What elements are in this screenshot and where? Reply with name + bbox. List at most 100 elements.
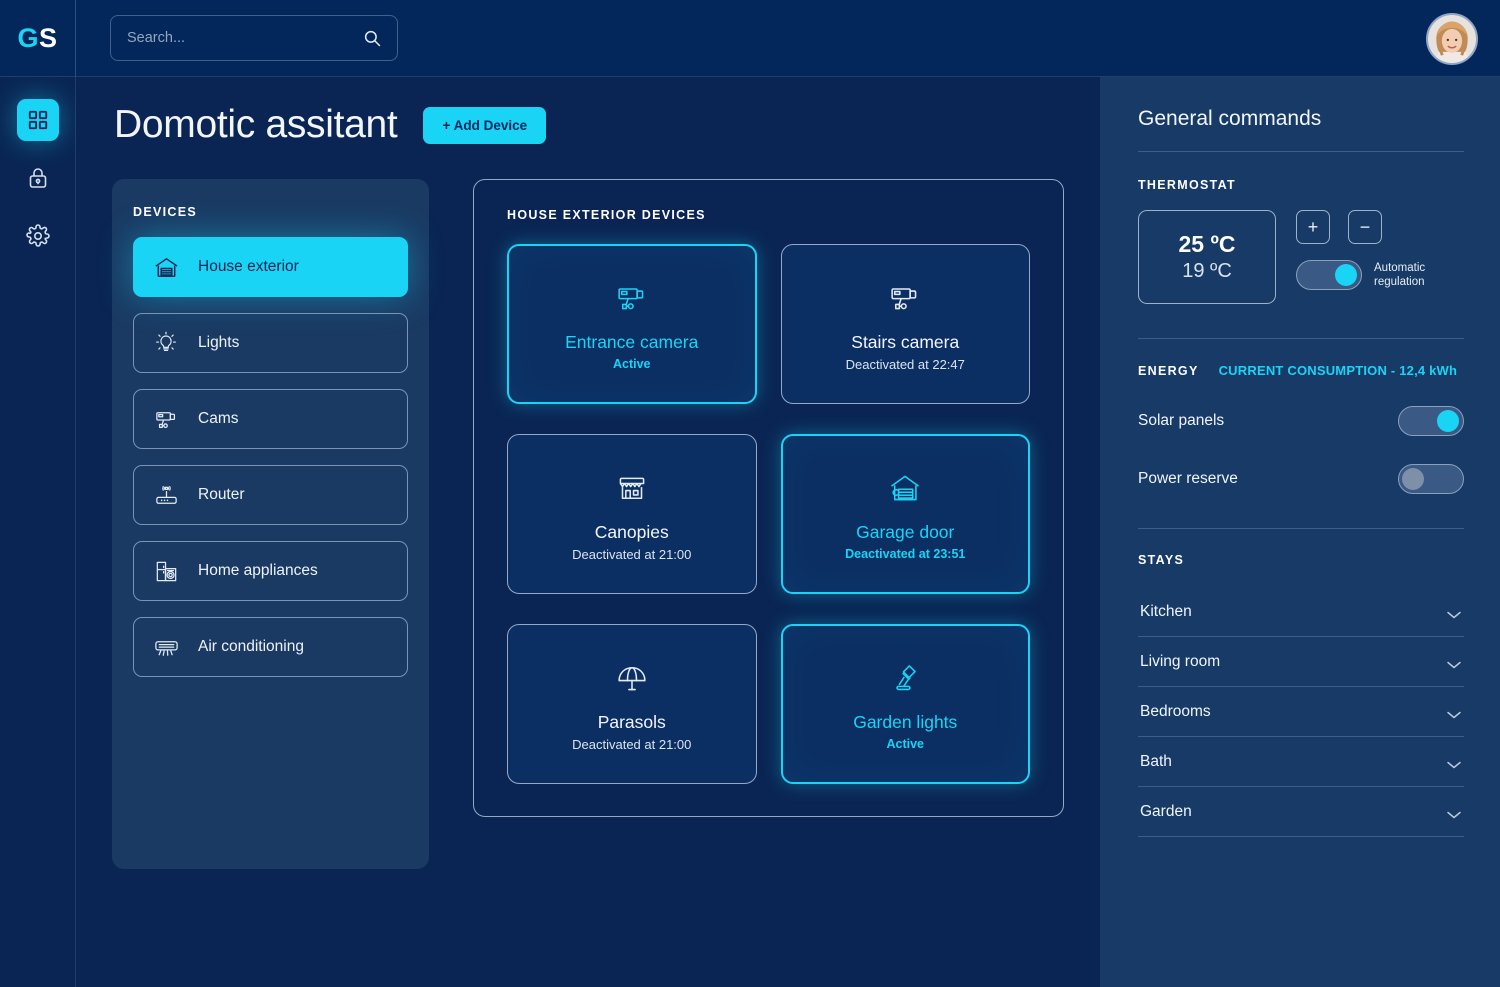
- appliance-icon: [152, 557, 180, 585]
- page-title: Domotic assitant: [114, 103, 398, 146]
- rail-item-dashboard[interactable]: [16, 99, 59, 141]
- device-item-house-exterior[interactable]: House exterior: [133, 237, 408, 297]
- search-bar[interactable]: [110, 15, 398, 61]
- logo-letter-g: G: [17, 22, 39, 53]
- toggle-knob: [1402, 468, 1424, 490]
- garage-icon: [152, 253, 180, 281]
- main-content: Domotic assitant + Add Device DEVICES Ho…: [76, 77, 1100, 987]
- power-reserve-toggle[interactable]: [1398, 464, 1464, 494]
- stay-item-label: Garden: [1140, 803, 1192, 820]
- stay-item-label: Bath: [1140, 753, 1172, 770]
- general-commands-title: General commands: [1138, 107, 1322, 130]
- ac-icon: [152, 633, 180, 661]
- stay-item-label: Kitchen: [1140, 603, 1192, 620]
- chevron-down-icon[interactable]: [1446, 757, 1462, 769]
- panel-divider: [1138, 151, 1464, 152]
- panel-separator-stays: [1138, 528, 1464, 529]
- thermostat-target-temp: 25 ºC: [1178, 231, 1236, 257]
- device-card-canopies[interactable]: Canopies Deactivated at 21:00: [507, 434, 757, 594]
- chevron-down-icon[interactable]: [1446, 607, 1462, 619]
- router-icon: [152, 481, 180, 509]
- device-card-grid: Entrance camera Active Stairs camera Dea…: [507, 244, 1030, 784]
- awning-icon: [614, 467, 650, 509]
- device-item-label: Cams: [198, 410, 239, 427]
- device-item-router[interactable]: Router: [133, 465, 408, 525]
- energy-header: ENERGY CURRENT CONSUMPTION - 12,4 kWh: [1138, 363, 1464, 378]
- thermostat-controls: + − Automatic regulation: [1296, 210, 1425, 290]
- logo-letter-s: S: [39, 22, 58, 53]
- device-card-entrance-camera[interactable]: Entrance camera Active: [507, 244, 757, 404]
- rail-item-settings[interactable]: [17, 215, 59, 257]
- device-item-label: Lights: [198, 334, 240, 351]
- search-input[interactable]: [127, 30, 363, 46]
- stay-item-kitchen[interactable]: Kitchen: [1138, 587, 1464, 637]
- stays-list: Kitchen Living room Bedrooms Bath Garden: [1138, 587, 1464, 837]
- avatar[interactable]: [1426, 13, 1478, 65]
- stay-item-bedrooms[interactable]: Bedrooms: [1138, 687, 1464, 737]
- general-commands-panel: General commands THERMOSTAT 25 ºC 19 ºC …: [1100, 77, 1500, 987]
- app-root: GS Search... Domotic assitant + Add Devi…: [0, 0, 1500, 987]
- temperature-decrease-button[interactable]: −: [1348, 210, 1382, 244]
- garage-icon: [887, 467, 923, 509]
- devices-heading: DEVICES: [133, 205, 197, 219]
- device-item-cams[interactable]: Cams: [133, 389, 408, 449]
- device-card-status: Active: [886, 737, 925, 751]
- device-item-label: House exterior: [198, 258, 299, 275]
- device-item-label: Home appliances: [198, 562, 318, 579]
- device-item-air-conditioning[interactable]: Air conditioning: [133, 617, 408, 677]
- parasol-icon: [614, 657, 650, 699]
- device-card-stairs-camera[interactable]: Stairs camera Deactivated at 22:47: [780, 244, 1030, 404]
- device-card-name: Entrance camera: [565, 332, 699, 352]
- device-card-name: Canopies: [594, 521, 669, 542]
- icon-rail: [0, 77, 76, 987]
- devices-panel: DEVICES House exterior Lights Cams Route…: [112, 179, 429, 869]
- stay-item-living-room[interactable]: Living room: [1138, 637, 1464, 687]
- thermostat-label: THERMOSTAT: [1138, 178, 1236, 192]
- temperature-increase-button[interactable]: +: [1296, 210, 1330, 244]
- body-row: Domotic assitant + Add Device DEVICES Ho…: [0, 77, 1500, 987]
- chevron-down-icon[interactable]: [1446, 657, 1462, 669]
- device-card-garage-door[interactable]: Garage door Deactivated at 23:51: [780, 434, 1030, 594]
- device-card-name: Stairs camera: [851, 331, 960, 352]
- device-item-lights[interactable]: Lights: [133, 313, 408, 373]
- search-icon[interactable]: [363, 29, 381, 47]
- thermostat-row: 25 ºC 19 ºC + − Automatic regulation: [1138, 210, 1464, 304]
- lock-icon: [26, 166, 50, 190]
- energy-row-power-reserve: Power reserve: [1138, 464, 1464, 494]
- camera-icon: [152, 405, 180, 433]
- auto-label-line1: Automatic: [1374, 261, 1426, 274]
- device-card-status: Active: [612, 357, 651, 371]
- energy-row-label: Solar panels: [1138, 412, 1225, 429]
- panels-row: DEVICES House exterior Lights Cams Route…: [112, 179, 1064, 869]
- automatic-regulation-toggle[interactable]: [1296, 260, 1362, 290]
- toggle-knob: [1335, 264, 1357, 286]
- solar-panels-toggle[interactable]: [1398, 406, 1464, 436]
- bulb-icon: [152, 329, 180, 357]
- device-card-name: Garden lights: [853, 712, 958, 732]
- exterior-devices-panel: HOUSE EXTERIOR DEVICES Entrance camera A…: [473, 179, 1064, 817]
- device-card-name: Parasols: [597, 711, 666, 732]
- app-logo[interactable]: GS: [0, 0, 76, 77]
- device-card-garden-lights[interactable]: Garden lights Active: [780, 624, 1030, 784]
- logo-text: GS: [17, 23, 57, 54]
- lamp-icon: [887, 657, 923, 699]
- stay-item-bath[interactable]: Bath: [1138, 737, 1464, 787]
- chevron-down-icon[interactable]: [1446, 807, 1462, 819]
- avatar-image: [1428, 15, 1476, 63]
- energy-label: ENERGY: [1138, 364, 1199, 378]
- stay-item-label: Living room: [1140, 653, 1221, 670]
- energy-consumption-value: CURRENT CONSUMPTION - 12,4 kWh: [1218, 363, 1458, 378]
- gear-icon: [25, 224, 50, 248]
- add-device-button[interactable]: + Add Device: [423, 106, 547, 144]
- energy-row-solar-panels: Solar panels: [1138, 406, 1464, 436]
- chevron-down-icon[interactable]: [1446, 707, 1462, 719]
- grid-icon: [27, 109, 49, 131]
- rail-item-security[interactable]: [17, 157, 59, 199]
- top-bar: GS: [0, 0, 1500, 77]
- device-item-home-appliances[interactable]: Home appliances: [133, 541, 408, 601]
- stay-item-garden[interactable]: Garden: [1138, 787, 1464, 837]
- thermostat-adjust-row: + −: [1296, 210, 1425, 244]
- device-card-parasols[interactable]: Parasols Deactivated at 21:00: [507, 624, 757, 784]
- device-item-label: Air conditioning: [198, 638, 304, 655]
- auto-label-line2: regulation: [1374, 276, 1425, 288]
